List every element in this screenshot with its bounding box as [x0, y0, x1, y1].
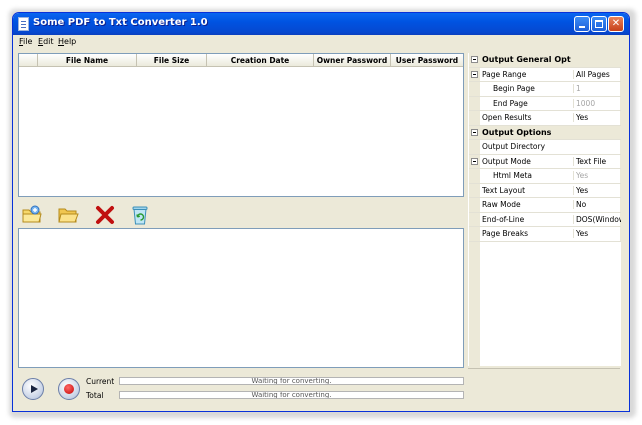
property-label: Text Layout [482, 185, 526, 195]
property-value[interactable]: Text File [573, 156, 621, 166]
column-header-creation-date[interactable]: Creation Date [207, 54, 314, 67]
close-button[interactable]: ✕ [608, 16, 624, 32]
app-window: Some PDF to Txt Converter 1.0 ✕ File Edi… [12, 12, 630, 412]
column-header-user-password[interactable]: User Password [391, 54, 463, 67]
window-title: Some PDF to Txt Converter 1.0 [33, 17, 208, 28]
minimize-icon [579, 26, 585, 28]
file-table-header: File Name File Size Creation Date Owner … [19, 54, 463, 67]
column-header-select[interactable] [19, 54, 38, 67]
property-begin-page[interactable]: Begin Page 1 [469, 82, 621, 97]
clear-list-button[interactable] [128, 203, 152, 227]
start-convert-button[interactable] [22, 378, 44, 400]
add-files-button[interactable] [20, 203, 44, 227]
collapse-icon[interactable] [471, 128, 478, 136]
property-label: Open Results [482, 113, 532, 122]
properties-grid-empty [469, 241, 621, 366]
property-raw-mode[interactable]: Raw Mode No [469, 198, 621, 213]
open-folder-icon [58, 208, 79, 223]
property-description-area [468, 368, 620, 398]
maximize-button[interactable] [591, 16, 607, 32]
property-output-directory[interactable]: Output Directory [469, 140, 621, 155]
stop-icon [64, 384, 74, 394]
title-bar[interactable]: Some PDF to Txt Converter 1.0 ✕ [13, 13, 629, 35]
menu-bar: File Edit Help [13, 35, 629, 50]
play-icon [31, 385, 38, 393]
property-label: End Page [493, 98, 528, 108]
stop-convert-button[interactable] [58, 378, 80, 400]
menu-file[interactable]: File [19, 37, 32, 46]
maximize-icon [595, 20, 603, 28]
properties-grid: Output General Options Page Range All Pa… [468, 53, 621, 366]
property-label: Raw Mode [482, 200, 521, 209]
category-output-options[interactable]: Output Options [469, 125, 621, 140]
category-label: Output Options [482, 127, 552, 137]
menu-edit[interactable]: Edit [38, 37, 54, 46]
property-value[interactable]: DOS(Windows [573, 214, 621, 224]
property-value[interactable]: Yes [573, 229, 621, 238]
category-label: Output General Options [482, 55, 571, 64]
property-value[interactable]: Yes [573, 113, 621, 122]
collapse-icon[interactable] [471, 70, 478, 78]
current-progress-label: Current [86, 377, 115, 386]
property-label: Output Directory [482, 142, 546, 151]
clear-list-icon [132, 206, 148, 225]
property-value[interactable]: 1000 [573, 98, 621, 108]
total-progress-bar: Waiting for converting. [119, 391, 464, 399]
property-value[interactable]: 1 [573, 84, 621, 93]
conversion-log-area[interactable] [18, 228, 464, 368]
property-end-page[interactable]: End Page 1000 [469, 96, 621, 111]
collapse-icon[interactable] [471, 56, 478, 63]
current-progress-status: Waiting for converting. [251, 377, 332, 385]
property-open-results[interactable]: Open Results Yes [469, 111, 621, 126]
add-files-icon [22, 205, 42, 223]
column-header-file-size[interactable]: File Size [137, 54, 207, 67]
toolbar [18, 201, 464, 231]
open-folder-button[interactable] [56, 203, 80, 227]
property-output-mode[interactable]: Output Mode Text File [469, 154, 621, 169]
property-value[interactable]: No [573, 200, 621, 209]
total-progress-status: Waiting for converting. [251, 391, 332, 399]
property-page-range[interactable]: Page Range All Pages [469, 67, 621, 82]
property-label: Page Range [482, 69, 527, 79]
collapse-icon[interactable] [471, 157, 478, 165]
category-output-general-options[interactable]: Output General Options [469, 53, 621, 68]
close-icon: ✕ [611, 18, 621, 29]
conversion-status-panel: Current Total Waiting for converting. Wa… [13, 371, 469, 411]
property-label: Html Meta [493, 171, 532, 180]
property-page-breaks[interactable]: Page Breaks Yes [469, 227, 621, 242]
total-progress-label: Total [86, 391, 104, 400]
property-label: End-of-Line [482, 214, 525, 224]
menu-help[interactable]: Help [58, 37, 76, 46]
app-document-icon [18, 17, 29, 31]
minimize-button[interactable] [574, 16, 590, 32]
column-header-owner-password[interactable]: Owner Password [314, 54, 391, 67]
property-label: Output Mode [482, 156, 531, 166]
property-label: Page Breaks [482, 229, 529, 238]
property-end-of-line[interactable]: End-of-Line DOS(Windows [469, 212, 621, 227]
property-value[interactable]: All Pages [573, 69, 621, 79]
current-progress-bar: Waiting for converting. [119, 377, 464, 385]
property-text-layout[interactable]: Text Layout Yes [469, 183, 621, 198]
property-value[interactable]: Yes [573, 171, 621, 180]
delete-icon [96, 206, 114, 224]
file-list-table[interactable]: File Name File Size Creation Date Owner … [18, 53, 464, 197]
property-value[interactable]: Yes [573, 185, 621, 195]
column-header-file-name[interactable]: File Name [38, 54, 137, 67]
delete-button[interactable] [93, 203, 117, 227]
property-html-meta[interactable]: Html Meta Yes [469, 169, 621, 184]
property-label: Begin Page [493, 84, 535, 93]
